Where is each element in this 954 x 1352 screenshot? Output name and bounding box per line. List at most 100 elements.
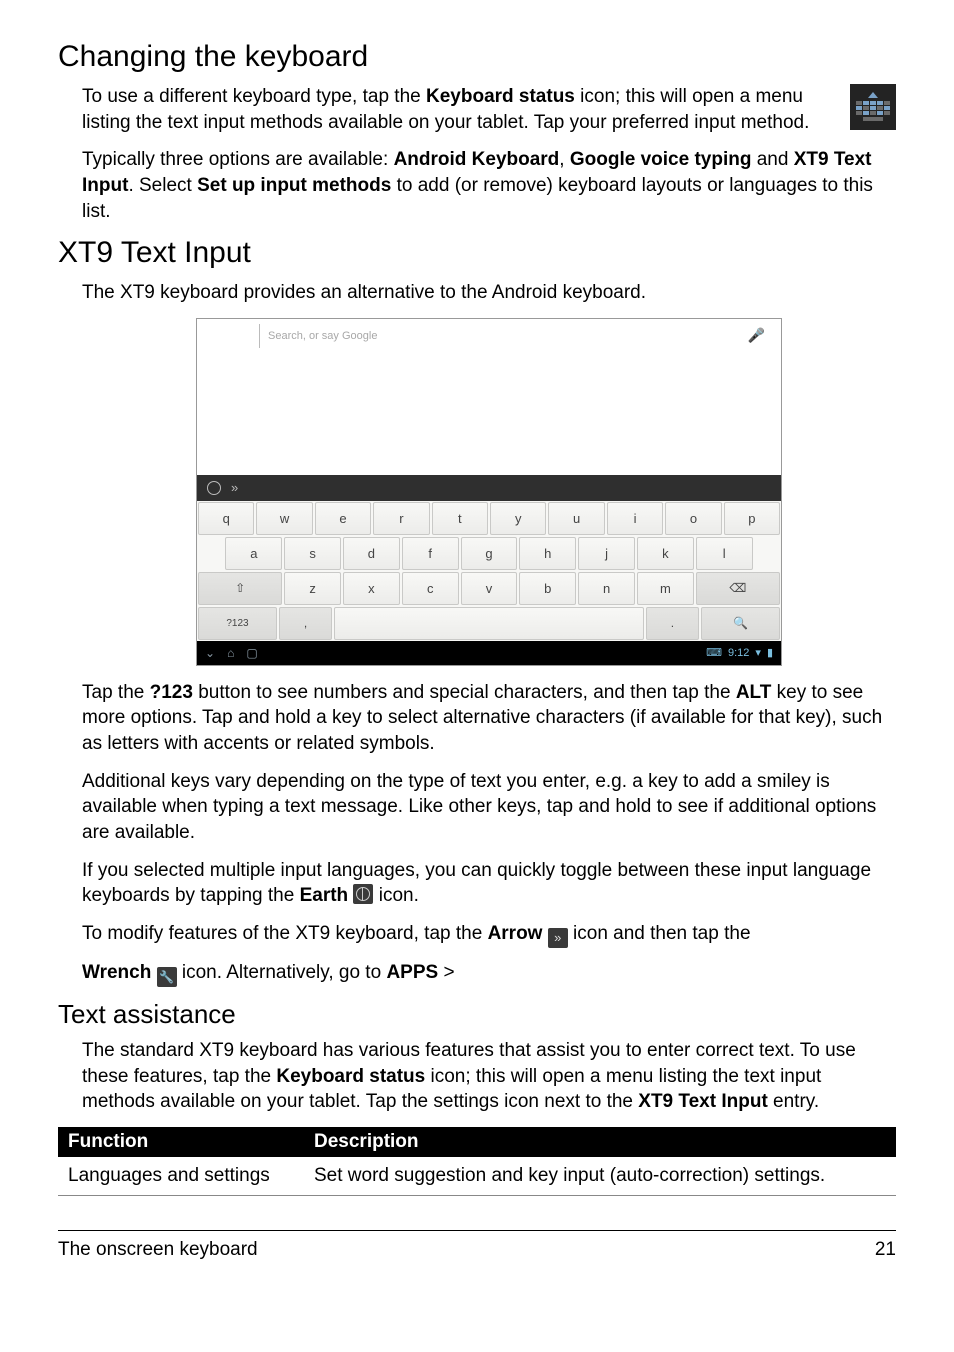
table-row: Languages and settings Set word suggesti… [58, 1157, 896, 1196]
key-e: e [315, 502, 371, 535]
bold-keyboard-status: Keyboard status [426, 86, 575, 107]
key-f: f [402, 537, 459, 570]
table-header-function: Function [58, 1127, 304, 1157]
wifi-icon: ▾ [755, 646, 761, 659]
key-t: t [432, 502, 488, 535]
key-row-4: ?123 , . 🔍 [197, 606, 781, 641]
bold-wrench: Wrench [82, 962, 157, 983]
key-d: d [343, 537, 400, 570]
bold-set-up-input-methods: Set up input methods [197, 175, 391, 196]
key-g: g [461, 537, 518, 570]
page-number: 21 [875, 1239, 896, 1261]
key-o: o [665, 502, 721, 535]
bold-apps: APPS [386, 962, 438, 983]
table-header-row: Function Description [58, 1127, 896, 1157]
arrow-icon: » [231, 480, 238, 495]
period-key: . [646, 607, 699, 640]
key-l: l [696, 537, 753, 570]
bold-google-voice-typing: Google voice typing [570, 149, 752, 170]
clock: 9:12 [728, 647, 749, 659]
para-xt9-3: If you selected multiple input languages… [82, 858, 896, 909]
mic-icon: 🎤 [748, 327, 773, 344]
key-m: m [637, 572, 694, 605]
text: icon and then tap the [568, 923, 751, 944]
text: . Select [128, 175, 197, 196]
key-row-2: a s d f g h j k l [197, 536, 781, 571]
settings-table: Function Description Languages and setti… [58, 1127, 896, 1196]
shift-key: ⇧ [198, 572, 282, 605]
text: > [438, 962, 454, 983]
keyboard-indicator-icon: ⌨ [706, 646, 722, 659]
para-xt9-4: To modify features of the XT9 keyboard, … [82, 921, 896, 948]
arrow-icon [548, 928, 568, 948]
search-bar: Search, or say Google 🎤 [197, 319, 781, 353]
key-i: i [607, 502, 663, 535]
key-b: b [519, 572, 576, 605]
key-k: k [637, 537, 694, 570]
battery-icon: ▮ [767, 646, 773, 659]
bold-alt: ALT [736, 682, 772, 703]
text: If you selected multiple input languages… [82, 860, 871, 907]
comma-key: , [279, 607, 332, 640]
search-key: 🔍 [701, 607, 780, 640]
bold-q123: ?123 [150, 682, 193, 703]
space-key [334, 607, 644, 640]
earth-icon [207, 481, 221, 495]
keyboard-status-icon [850, 84, 896, 130]
text: and [751, 149, 793, 170]
heading-xt9-text-input: XT9 Text Input [58, 236, 896, 270]
bold-android-keyboard: Android Keyboard [394, 149, 560, 170]
key-row-1: q w e r t y u i o p [197, 501, 781, 536]
nav-back-icon: ⌄ [205, 646, 215, 660]
footer-title: The onscreen keyboard [58, 1239, 258, 1261]
earth-icon [353, 884, 373, 904]
key-s: s [284, 537, 341, 570]
key-j: j [578, 537, 635, 570]
text: icon. [373, 885, 418, 906]
key-x: x [343, 572, 400, 605]
para-changing-1: To use a different keyboard type, tap th… [82, 84, 836, 135]
key-c: c [402, 572, 459, 605]
table-header-description: Description [304, 1127, 896, 1157]
table-cell-function: Languages and settings [58, 1157, 304, 1196]
text: Tap the [82, 682, 150, 703]
text: entry. [768, 1091, 819, 1112]
para-xt9-5: Wrench icon. Alternatively, go to APPS > [82, 960, 896, 987]
text: To use a different keyboard type, tap th… [82, 86, 426, 107]
key-w: w [256, 502, 312, 535]
sym-key: ?123 [198, 607, 277, 640]
backspace-key: ⌫ [696, 572, 780, 605]
text: Typically three options are available: [82, 149, 394, 170]
bold-keyboard-status-2: Keyboard status [276, 1066, 425, 1087]
bold-arrow: Arrow [488, 923, 548, 944]
key-v: v [461, 572, 518, 605]
key-u: u [548, 502, 604, 535]
text: To modify features of the XT9 keyboard, … [82, 923, 488, 944]
key-z: z [284, 572, 341, 605]
bold-earth: Earth [300, 885, 354, 906]
heading-changing-keyboard: Changing the keyboard [58, 40, 896, 74]
para-xt9-2: Additional keys vary depending on the ty… [82, 769, 896, 846]
heading-text-assistance: Text assistance [58, 999, 896, 1030]
page-footer: The onscreen keyboard 21 [58, 1230, 896, 1261]
bold-xt9-text-input-2: XT9 Text Input [638, 1091, 767, 1112]
key-y: y [490, 502, 546, 535]
key-h: h [519, 537, 576, 570]
wrench-icon [157, 967, 177, 987]
search-placeholder: Search, or say Google [268, 330, 748, 342]
nav-home-icon: ⌂ [227, 646, 234, 660]
xt9-keyboard-screenshot: Search, or say Google 🎤 » q w e r t y u … [196, 318, 782, 666]
key-p: p [724, 502, 780, 535]
text: icon. Alternatively, go to [177, 962, 387, 983]
key-q: q [198, 502, 254, 535]
nav-recent-icon: ▢ [246, 646, 257, 660]
keyboard-toolbar: » [197, 475, 781, 501]
para-xt9-intro: The XT9 keyboard provides an alternative… [82, 280, 896, 306]
key-n: n [578, 572, 635, 605]
key-a: a [225, 537, 282, 570]
key-row-3: ⇧ z x c v b n m ⌫ [197, 571, 781, 606]
table-cell-description: Set word suggestion and key input (auto-… [304, 1157, 896, 1196]
para-text-assist: The standard XT9 keyboard has various fe… [82, 1038, 896, 1115]
android-navbar: ⌄ ⌂ ▢ ⌨ 9:12 ▾ ▮ [197, 641, 781, 665]
para-xt9-1: Tap the ?123 button to see numbers and s… [82, 680, 896, 757]
